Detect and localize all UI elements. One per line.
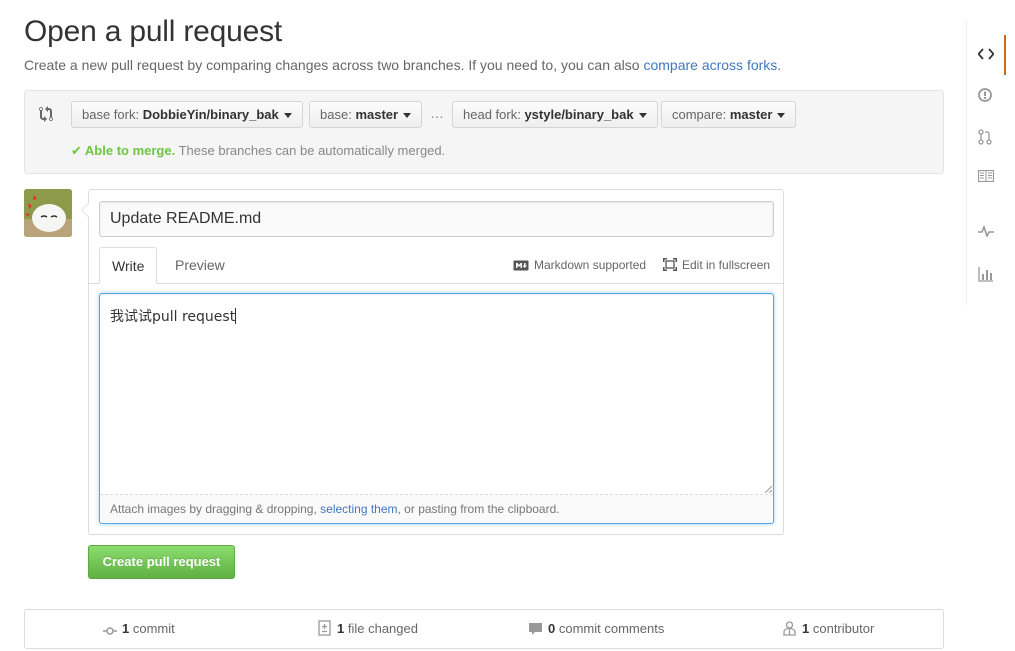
- nav-pulse[interactable]: [967, 213, 1006, 253]
- pr-title-input[interactable]: [99, 201, 774, 237]
- git-compare-icon: [39, 106, 57, 124]
- chevron-down-icon: [638, 113, 647, 119]
- fullscreen-link[interactable]: Edit in fullscreen: [663, 258, 770, 272]
- tab-write[interactable]: Write: [99, 247, 158, 284]
- attach-text-start: Attach images by dragging & dropping,: [110, 502, 321, 516]
- markdown-supported-link[interactable]: Markdown supported: [513, 258, 646, 272]
- pr-body-value: 我试试pull request: [110, 309, 236, 325]
- nav-code[interactable]: [967, 35, 1006, 75]
- range-separator: …: [430, 105, 444, 121]
- merge-status-text: These branches can be automatically merg…: [178, 143, 446, 158]
- edit-fullscreen-label: Edit in fullscreen: [682, 258, 771, 272]
- head-fork-value: ystyle/binary_bak: [524, 107, 634, 122]
- nav-issues[interactable]: [967, 76, 1006, 116]
- compare-branch-value: master: [729, 107, 773, 122]
- attach-images-bar: Attach images by dragging & dropping, se…: [100, 494, 773, 523]
- page-title: Open a pull request: [24, 15, 283, 48]
- attach-text-end: , or pasting from the clipboard.: [397, 502, 560, 516]
- git-pull-request-icon: [978, 129, 992, 145]
- nav-pull-requests[interactable]: [967, 117, 1006, 157]
- range-editor: base fork: DobbieYin/binary_bak base: ma…: [24, 90, 944, 174]
- merge-status: ✔ Able to merge. These branches can be au…: [71, 143, 445, 159]
- page-subtitle: Create a new pull request by comparing c…: [24, 57, 781, 73]
- comments-label: commit comments: [558, 621, 665, 636]
- code-icon: [978, 48, 994, 60]
- organization-icon: [782, 621, 802, 636]
- nav-wiki[interactable]: [967, 158, 1006, 198]
- issue-opened-icon: [978, 88, 992, 102]
- create-pull-request-button[interactable]: Create pull request: [88, 545, 235, 579]
- files-label: file changed: [347, 621, 418, 636]
- comments-count: 0: [548, 621, 556, 636]
- comment-icon: [528, 621, 548, 636]
- text-cursor: [235, 308, 237, 324]
- commits-label: commit: [132, 621, 175, 636]
- base-fork-label: base fork:: [82, 107, 140, 122]
- commit-comments-stat[interactable]: 0 commit comments: [528, 610, 664, 648]
- files-count: 1: [337, 621, 345, 636]
- chevron-down-icon: [403, 113, 412, 119]
- subtitle-end: .: [777, 57, 782, 73]
- markdown-supported-label: Markdown supported: [534, 258, 647, 272]
- head-fork-label: head fork:: [463, 107, 521, 122]
- contributors-label: contributor: [812, 621, 875, 636]
- tab-preview[interactable]: Preview: [163, 247, 237, 284]
- head-fork-select[interactable]: head fork: ystyle/binary_bak: [452, 101, 658, 128]
- compare-branch-select[interactable]: compare: master: [661, 101, 797, 128]
- nav-graphs[interactable]: [967, 254, 1006, 294]
- chevron-down-icon: [777, 113, 786, 119]
- commits-count: 1: [122, 621, 130, 636]
- base-branch-value: master: [355, 107, 399, 122]
- compare-across-forks-link[interactable]: compare across forks: [643, 57, 777, 73]
- git-commit-icon: [103, 621, 122, 636]
- base-branch-select[interactable]: base: master: [309, 101, 423, 128]
- base-branch-label: base:: [320, 107, 352, 122]
- pulse-icon: [978, 225, 994, 237]
- check-icon: ✔: [71, 143, 82, 158]
- repo-sidebar-nav: [966, 20, 1006, 305]
- comparison-stats: 1 commit 1 file changed 0 commit comment…: [24, 609, 944, 649]
- files-changed-stat[interactable]: 1 file changed: [318, 610, 418, 648]
- resize-handle-icon[interactable]: [764, 485, 772, 493]
- diff-icon: [318, 620, 337, 636]
- base-fork-select[interactable]: base fork: DobbieYin/binary_bak: [71, 101, 303, 128]
- compare-branch-label: compare:: [672, 107, 727, 122]
- base-fork-value: DobbieYin/binary_bak: [142, 107, 279, 122]
- subtitle-text: Create a new pull request by comparing c…: [24, 57, 644, 73]
- commits-stat[interactable]: 1 commit: [103, 610, 175, 648]
- book-icon: [978, 170, 994, 182]
- merge-status-ok: Able to merge.: [84, 143, 176, 158]
- select-files-link[interactable]: selecting them: [320, 502, 397, 516]
- markdown-icon: [513, 258, 534, 272]
- contributors-stat[interactable]: 1 contributor: [782, 610, 874, 648]
- pr-body-textarea[interactable]: 我试试pull request Attach images by draggin…: [99, 293, 774, 524]
- graph-icon: [978, 267, 993, 282]
- pull-request-form: Write Preview Markdown supported Edit in…: [81, 189, 784, 535]
- screen-full-icon: [663, 258, 682, 272]
- contributors-count: 1: [802, 621, 810, 636]
- avatar: [24, 189, 72, 237]
- chevron-down-icon: [283, 113, 292, 119]
